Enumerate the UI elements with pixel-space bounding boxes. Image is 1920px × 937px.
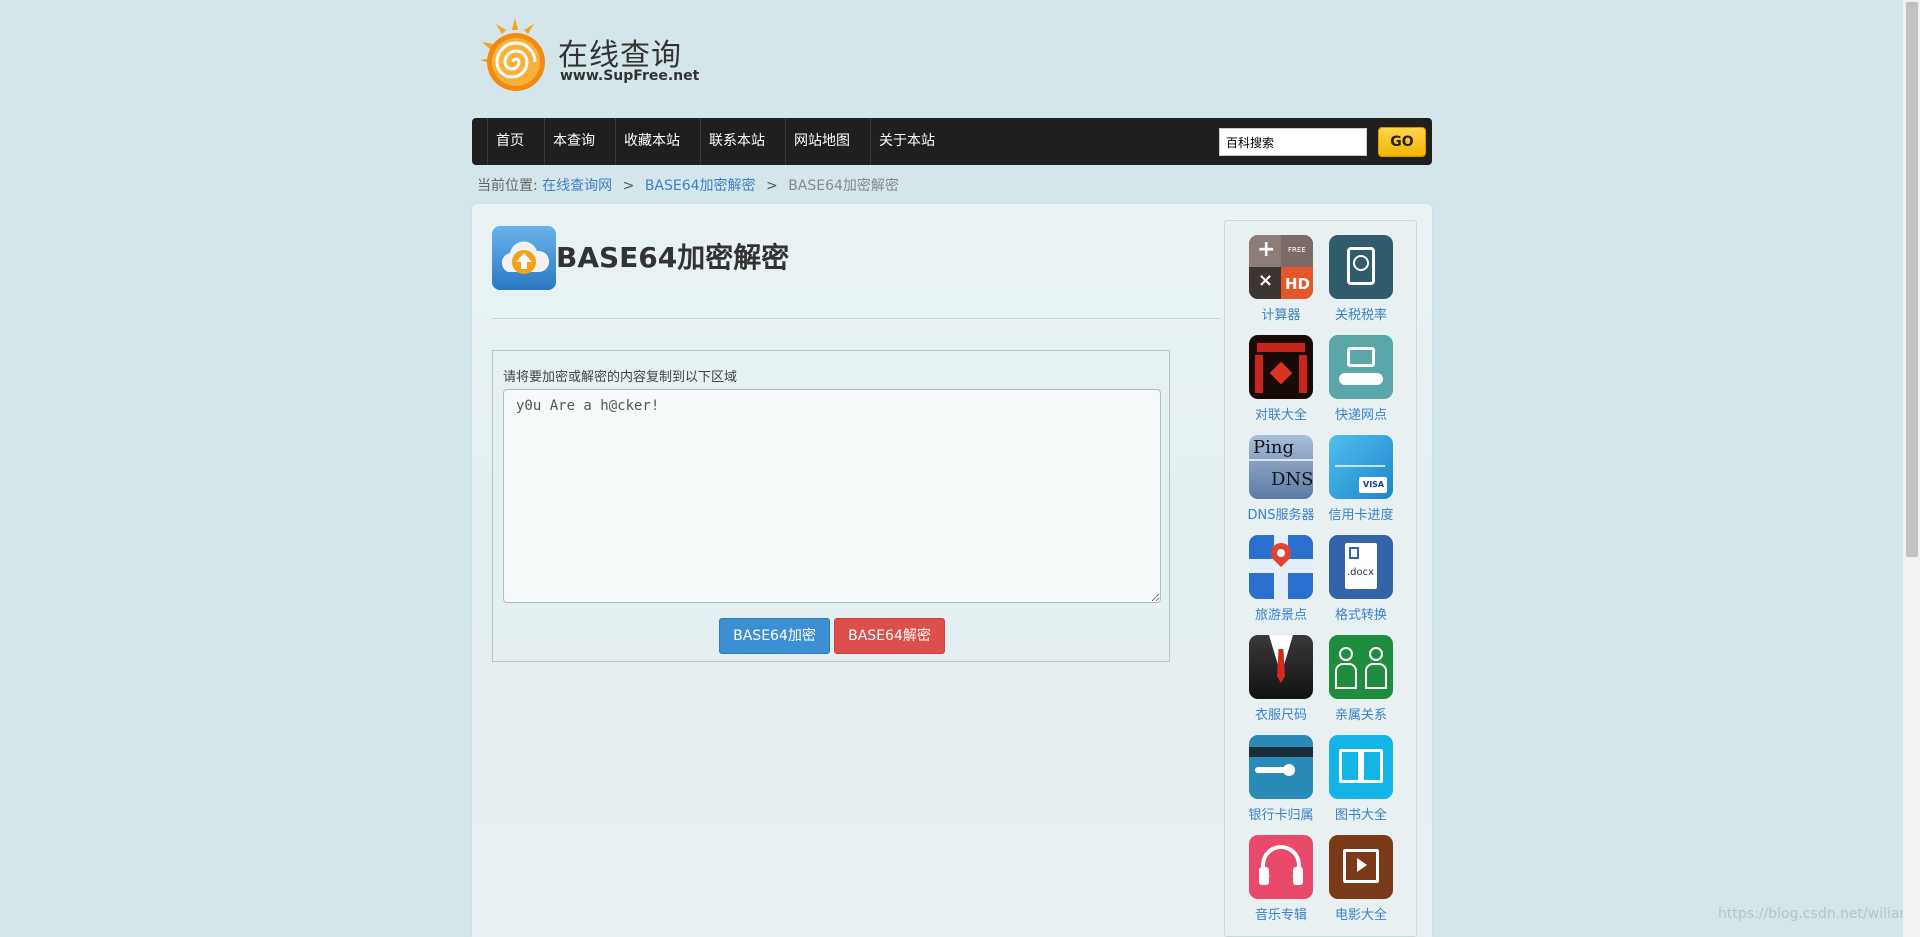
headphones-icon (1249, 835, 1313, 899)
app-calculator[interactable]: + FREE × HD 计算器 (1239, 235, 1323, 323)
scrollbar-thumb[interactable] (1906, 2, 1918, 557)
app-label: 格式转换 (1334, 608, 1387, 623)
sun-logo-icon (480, 18, 545, 91)
base64-decrypt-button[interactable]: BASE64解密 (834, 618, 945, 654)
app-label: 对联大全 (1254, 408, 1307, 423)
main-panel: BASE64加密解密 请将要加密或解密的内容复制到以下区域 y0u Are a … (472, 204, 1432, 937)
nav-item-contact[interactable]: 联系本站 (700, 118, 785, 165)
app-label: 计算器 (1261, 308, 1301, 323)
app-label: 亲属关系 (1334, 708, 1387, 723)
app-relatives[interactable]: 亲属关系 (1319, 635, 1403, 723)
search-input[interactable] (1219, 128, 1367, 156)
couplet-icon (1249, 335, 1313, 399)
credit-card-icon: VISA (1329, 435, 1393, 499)
app-music[interactable]: 音乐专辑 (1239, 835, 1323, 923)
app-clothes[interactable]: 衣服尺码 (1239, 635, 1323, 723)
breadcrumb-separator: > (766, 178, 778, 194)
app-label: DNS服务器 (1247, 508, 1315, 523)
app-travel[interactable]: 旅游景点 (1239, 535, 1323, 623)
book-icon (1329, 735, 1393, 799)
breadcrumb-link-base64[interactable]: BASE64加密解密 (645, 178, 756, 194)
app-label: 旅游景点 (1254, 608, 1307, 623)
app-label: 关税税率 (1334, 308, 1387, 323)
nav-item-bookmark[interactable]: 收藏本站 (615, 118, 700, 165)
breadcrumb: 当前位置: 在线查询网 > BASE64加密解密 > BASE64加密解密 (477, 175, 899, 195)
converter-box: 请将要加密或解密的内容复制到以下区域 y0u Are a h@cker! BAS… (492, 350, 1170, 662)
nav-item-this-query[interactable]: 本查询 (544, 118, 615, 165)
nav-item-sitemap[interactable]: 网站地图 (785, 118, 870, 165)
go-button[interactable]: GO (1378, 127, 1426, 157)
delivery-icon (1329, 335, 1393, 399)
app-couplet[interactable]: 对联大全 (1239, 335, 1323, 423)
site-url: www.SupFree.net (560, 68, 700, 84)
nav-items: 首页 本查询 收藏本站 联系本站 网站地图 关于本站 (487, 118, 955, 165)
app-label: 电影大全 (1334, 908, 1387, 923)
main-nav: 首页 本查询 收藏本站 联系本站 网站地图 关于本站 GO (472, 118, 1432, 165)
suit-icon (1249, 635, 1313, 699)
app-label: 音乐专辑 (1254, 908, 1307, 923)
app-credit-card[interactable]: VISA 信用卡进度 (1319, 435, 1403, 523)
map-pin-icon (1249, 535, 1313, 599)
app-label: 信用卡进度 (1328, 508, 1394, 523)
site-logo[interactable]: 在线查询 www.SupFree.net (476, 16, 700, 96)
app-movies[interactable]: 电影大全 (1319, 835, 1403, 923)
bank-card-icon (1249, 735, 1313, 799)
app-label: 图书大全 (1334, 808, 1387, 823)
cloud-upload-icon (492, 226, 556, 290)
divider (492, 318, 1220, 319)
breadcrumb-current: BASE64加密解密 (788, 178, 899, 194)
breadcrumb-prefix: 当前位置: (477, 178, 538, 194)
app-label: 快递网点 (1334, 408, 1387, 423)
breadcrumb-separator: > (622, 178, 635, 194)
app-delivery[interactable]: 快递网点 (1319, 335, 1403, 423)
app-tax[interactable]: 关税税率 (1319, 235, 1403, 323)
nav-item-home[interactable]: 首页 (487, 118, 544, 165)
app-dns[interactable]: Ping DNS DNS服务器 (1239, 435, 1323, 523)
calculator-icon: + FREE × HD (1249, 235, 1313, 299)
breadcrumb-link-home[interactable]: 在线查询网 (542, 178, 612, 194)
app-label: 银行卡归属 (1248, 808, 1314, 823)
csdn-watermark: https://blog.csdn.net/wiliam (1718, 906, 1914, 922)
app-label: 衣服尺码 (1254, 708, 1307, 723)
docx-icon: .docx (1329, 535, 1393, 599)
sidebar-apps: + FREE × HD 计算器 关税税率 对联大全 快递网点 Ping DNS … (1224, 220, 1417, 937)
family-icon (1329, 635, 1393, 699)
app-bank-card[interactable]: 银行卡归属 (1239, 735, 1323, 823)
tax-icon (1329, 235, 1393, 299)
base64-encrypt-button[interactable]: BASE64加密 (719, 618, 830, 654)
nav-item-about[interactable]: 关于本站 (870, 118, 955, 165)
page-title: BASE64加密解密 (556, 241, 790, 274)
input-label: 请将要加密或解密的内容复制到以下区域 (503, 370, 738, 385)
content-textarea[interactable]: y0u Are a h@cker! (503, 389, 1161, 603)
vertical-scrollbar[interactable] (1903, 0, 1920, 937)
dns-icon: Ping DNS (1249, 435, 1313, 499)
app-books[interactable]: 图书大全 (1319, 735, 1403, 823)
film-icon (1329, 835, 1393, 899)
app-format[interactable]: .docx 格式转换 (1319, 535, 1403, 623)
